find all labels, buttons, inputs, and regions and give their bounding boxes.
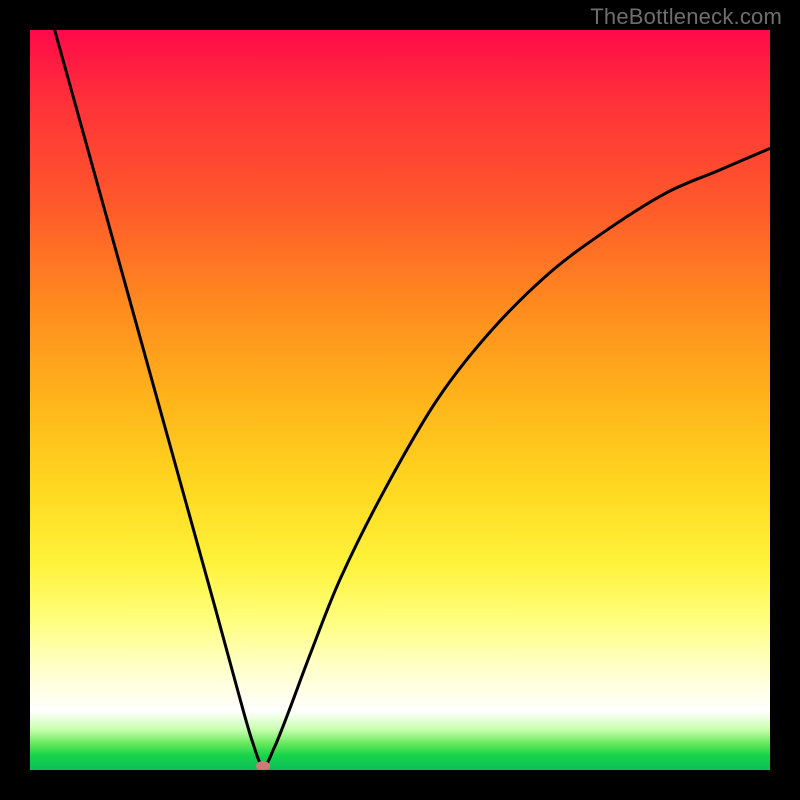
chart-frame: TheBottleneck.com	[0, 0, 800, 800]
minimum-point-marker	[256, 761, 270, 770]
curve-path	[30, 30, 770, 766]
watermark-text: TheBottleneck.com	[590, 4, 782, 30]
plot-area	[30, 30, 770, 770]
bottleneck-curve	[30, 30, 770, 770]
